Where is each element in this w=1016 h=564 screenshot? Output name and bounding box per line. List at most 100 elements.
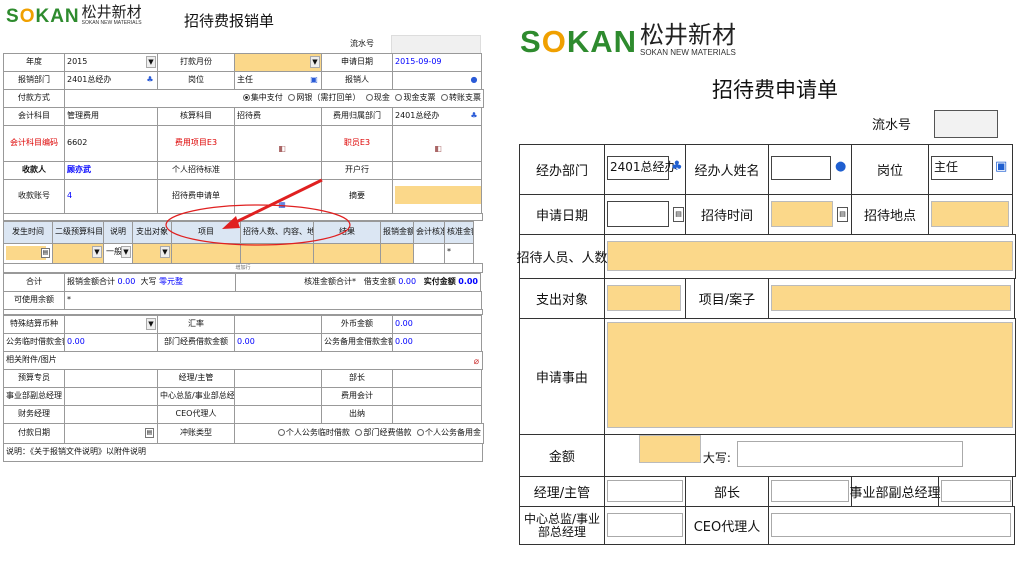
account-no-label: 收款账号 bbox=[3, 179, 65, 214]
serial-field-r bbox=[934, 110, 998, 138]
picker-icon[interactable]: ◧ bbox=[277, 144, 287, 154]
radio[interactable] bbox=[365, 94, 373, 101]
apply-date-input-r[interactable] bbox=[607, 201, 669, 227]
apply-date-label: 申请日期 bbox=[321, 53, 393, 72]
serial-field bbox=[391, 35, 481, 54]
org-picker-icon[interactable]: ♣ bbox=[671, 159, 683, 174]
reason-input-r[interactable] bbox=[606, 322, 1013, 428]
reimburser-field[interactable]: ● bbox=[392, 71, 482, 90]
chevron-down-icon[interactable]: ▼ bbox=[160, 246, 170, 258]
account-subject-field[interactable]: 管理费用 bbox=[64, 107, 158, 126]
calendar-icon[interactable]: ▤ bbox=[837, 207, 848, 222]
position-cell-r[interactable]: 主任 ▣ bbox=[928, 144, 1013, 195]
cost-dept-label: 费用归属部门 bbox=[321, 107, 393, 126]
bank-field[interactable] bbox=[392, 161, 482, 180]
amount-cell-r[interactable]: 大写: bbox=[603, 434, 1016, 477]
pay-date-field[interactable]: ▤ bbox=[64, 423, 158, 444]
chevron-down-icon[interactable]: ▼ bbox=[121, 246, 131, 258]
payee-field[interactable]: 顾亦武 bbox=[64, 161, 158, 180]
people-cell-r[interactable] bbox=[604, 234, 1016, 279]
minister-field bbox=[392, 369, 482, 388]
card-icon[interactable]: ▣ bbox=[309, 75, 319, 85]
position-input-r[interactable]: 主任 bbox=[931, 156, 993, 180]
time-input-r[interactable] bbox=[771, 201, 833, 227]
place-input-r[interactable] bbox=[931, 201, 1009, 227]
result-cell[interactable] bbox=[313, 243, 381, 264]
summary-field[interactable] bbox=[392, 179, 482, 214]
person-icon[interactable]: ● bbox=[469, 75, 479, 85]
deputy-gm-label-r: 事业部副总经理 bbox=[850, 476, 941, 507]
special-currency-select[interactable]: ▼ bbox=[64, 315, 158, 334]
org-picker-icon[interactable]: ♣ bbox=[145, 75, 155, 85]
apply-date-cell-r[interactable]: ▤ bbox=[604, 194, 686, 235]
cost-dept-field[interactable]: 2401总经办 ♣ bbox=[392, 107, 482, 126]
handler-cell-r[interactable]: ● bbox=[768, 144, 852, 195]
radio[interactable] bbox=[395, 94, 403, 101]
radio[interactable] bbox=[355, 429, 363, 436]
amount-input-r[interactable] bbox=[638, 435, 701, 463]
project-cell[interactable] bbox=[171, 243, 241, 264]
attach-row[interactable]: 相关附件/图片 ⌀ bbox=[3, 351, 483, 370]
budget-subject-select[interactable]: ▼ bbox=[52, 243, 104, 264]
dept-cell-r[interactable]: 2401总经办 ♣ bbox=[604, 144, 686, 195]
amount-cell[interactable] bbox=[380, 243, 414, 264]
calendar-icon[interactable]: ▤ bbox=[673, 207, 684, 222]
cost-item-field[interactable]: ◧ bbox=[234, 125, 322, 162]
pay-month-select[interactable]: ▼ bbox=[234, 53, 322, 72]
project-input-r[interactable] bbox=[771, 285, 1011, 311]
check-subject-field[interactable]: 招待费 bbox=[234, 107, 322, 126]
project-cell-r[interactable] bbox=[768, 278, 1015, 319]
date-cell[interactable]: ▤ bbox=[3, 243, 53, 264]
minister-label: 部长 bbox=[321, 369, 393, 388]
reason-cell-r[interactable] bbox=[603, 318, 1016, 435]
apply-date-field[interactable]: 2015-09-09 bbox=[392, 53, 482, 72]
radio[interactable] bbox=[277, 429, 285, 436]
people-label-r: 招待人员、人数 bbox=[517, 234, 608, 279]
time-cell-r[interactable]: ▤ bbox=[768, 194, 852, 235]
content-cell[interactable] bbox=[240, 243, 314, 264]
picker-icon[interactable]: ◧ bbox=[433, 144, 443, 154]
handler-input-r[interactable] bbox=[771, 156, 831, 180]
staff-field[interactable]: ◧ bbox=[392, 125, 482, 162]
col-header: 招待人数、内容、地点 bbox=[240, 221, 314, 244]
dept-input-r[interactable]: 2401总经办 bbox=[607, 156, 677, 180]
radio-selected[interactable] bbox=[242, 94, 250, 101]
card-icon[interactable]: ▣ bbox=[995, 159, 1007, 174]
manager-cell-r bbox=[604, 476, 686, 507]
subject-code-field[interactable]: 6602 bbox=[64, 125, 158, 162]
people-input-r[interactable] bbox=[607, 241, 1013, 271]
foreign-amt-field[interactable]: 0.00 bbox=[392, 315, 482, 334]
dept-field[interactable]: 2401总经办 ♣ bbox=[64, 71, 158, 90]
offset-radios: 个人公务临时借款 部门经费借款 个人公务备用金 bbox=[234, 423, 484, 444]
calendar-icon[interactable]: ▤ bbox=[41, 248, 50, 258]
target-cell-r[interactable] bbox=[604, 278, 686, 319]
apply-form-field[interactable]: ▦ bbox=[234, 179, 322, 214]
radio[interactable] bbox=[417, 429, 424, 436]
person-icon[interactable]: ● bbox=[835, 159, 846, 174]
calendar-icon[interactable]: ▤ bbox=[145, 428, 154, 438]
rate-field[interactable] bbox=[234, 315, 322, 334]
org-picker-icon[interactable]: ♣ bbox=[469, 111, 479, 121]
table-icon[interactable]: ▦ bbox=[277, 200, 287, 210]
logo-cn: 松井新材 bbox=[81, 3, 142, 21]
account-no-field[interactable]: 4 bbox=[64, 179, 158, 214]
target-select[interactable]: ▼ bbox=[132, 243, 172, 264]
year-select[interactable]: 2015 ▼ bbox=[64, 53, 158, 72]
position-field[interactable]: 主任 ▣ bbox=[234, 71, 322, 90]
chevron-down-icon[interactable]: ▼ bbox=[92, 246, 102, 258]
radio[interactable] bbox=[288, 94, 296, 101]
add-row-link[interactable]: 增加行 bbox=[3, 263, 483, 273]
place-cell-r[interactable] bbox=[928, 194, 1013, 235]
paperclip-icon[interactable]: ⌀ bbox=[474, 354, 479, 369]
desc-select[interactable]: 一般 ▼ bbox=[103, 243, 133, 264]
chevron-down-icon[interactable]: ▼ bbox=[146, 318, 156, 330]
radio[interactable] bbox=[441, 94, 448, 101]
chevron-down-icon[interactable]: ▼ bbox=[146, 56, 156, 68]
position-label-r: 岗位 bbox=[851, 144, 929, 195]
target-input-r[interactable] bbox=[607, 285, 681, 311]
cashier-label: 出纳 bbox=[321, 405, 393, 424]
total-label: 合计 bbox=[3, 273, 65, 292]
chevron-down-icon[interactable]: ▼ bbox=[310, 56, 320, 68]
total-summary: 报销金额合计 0.00 大写 零元整 bbox=[64, 273, 236, 292]
deputy-gm-box-r bbox=[941, 480, 1011, 502]
